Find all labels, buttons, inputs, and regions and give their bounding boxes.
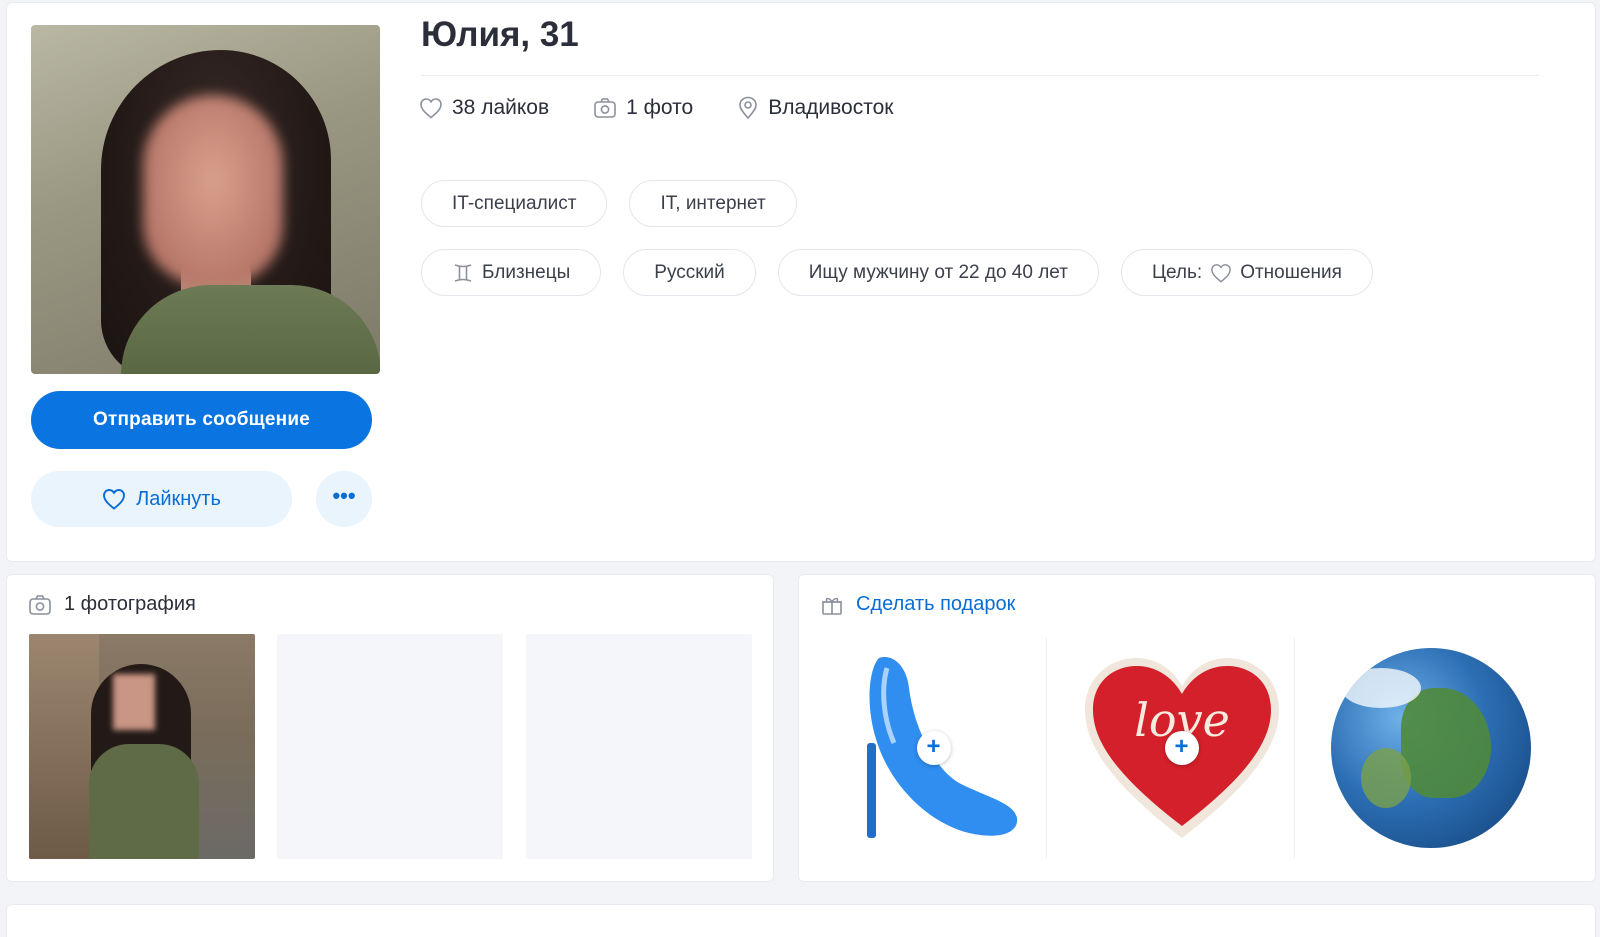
thumbnail-clothing	[89, 744, 199, 859]
location-pin-icon	[739, 96, 758, 120]
camera-icon	[594, 98, 616, 118]
gemini-icon	[454, 263, 472, 282]
add-gift-button[interactable]: +	[916, 731, 951, 765]
tag-language: Русский	[623, 249, 756, 296]
gifts-header[interactable]: Сделать подарок	[820, 593, 1015, 616]
tag-profession: IT-специалист	[421, 180, 608, 227]
likes-stat: 38 лайков	[419, 96, 549, 120]
photo-blurred-face	[143, 95, 283, 285]
gift-item-globe[interactable]	[1318, 637, 1544, 859]
photos-count: 1 фото	[626, 96, 694, 119]
photos-card: 1 фотография	[6, 574, 774, 882]
header-divider	[421, 75, 1539, 76]
like-button-label: Лайкнуть	[136, 487, 221, 510]
more-options-button[interactable]: •••	[316, 471, 372, 527]
zodiac-label: Близнецы	[482, 261, 571, 283]
thumbnail-blurred-face	[113, 674, 155, 730]
goal-label: Цель:	[1151, 261, 1203, 283]
photo-placeholder	[277, 634, 503, 859]
tags-row-personal: Близнецы Русский Ищу мужчину от 22 до 40…	[421, 249, 1373, 296]
photo-placeholder	[526, 634, 752, 859]
gifts-card: Сделать подарок + love +	[798, 574, 1596, 882]
globe-land	[1361, 748, 1411, 808]
gift-item-shoe[interactable]: +	[821, 637, 1047, 859]
photos-stat[interactable]: 1 фото	[593, 96, 693, 120]
profile-name-age: Юлия, 31	[421, 15, 579, 54]
make-gift-link[interactable]: Сделать подарок	[856, 593, 1015, 616]
photos-header: 1 фотография	[28, 593, 196, 616]
tag-goal: Цель: Отношения	[1120, 249, 1373, 296]
tag-looking-for: Ищу мужчину от 22 до 40 лет	[777, 249, 1099, 296]
globe-icon	[1331, 648, 1531, 848]
gift-item-heart[interactable]: love +	[1069, 637, 1295, 859]
heart-outline-icon	[420, 98, 442, 119]
like-button[interactable]: Лайкнуть	[31, 471, 292, 527]
profile-stats: 38 лайков 1 фото Владивосток	[419, 96, 893, 120]
profile-card: Отправить сообщение Лайкнуть ••• Юлия, 3…	[6, 2, 1596, 562]
globe-land	[1401, 688, 1491, 798]
city-stat: Владивосток	[737, 96, 893, 120]
photo-thumbnail[interactable]	[29, 634, 255, 859]
heart-outline-icon	[1211, 263, 1232, 283]
photos-title: 1 фотография	[64, 593, 196, 615]
add-gift-button[interactable]: +	[1164, 731, 1199, 765]
camera-icon	[29, 594, 51, 615]
city-name: Владивосток	[768, 96, 894, 119]
tag-industry: IT, интернет	[629, 180, 797, 227]
send-message-button[interactable]: Отправить сообщение	[31, 391, 372, 449]
tags-row-work: IT-специалист IT, интернет	[421, 180, 797, 227]
goal-value: Отношения	[1240, 261, 1342, 283]
likes-count: 38 лайков	[452, 96, 550, 119]
tag-zodiac: Близнецы	[421, 249, 602, 296]
heart-icon	[103, 489, 126, 510]
profile-photo[interactable]	[31, 25, 380, 374]
globe-cloud	[1341, 668, 1421, 708]
gift-icon	[822, 597, 842, 615]
next-section-card	[6, 904, 1596, 937]
